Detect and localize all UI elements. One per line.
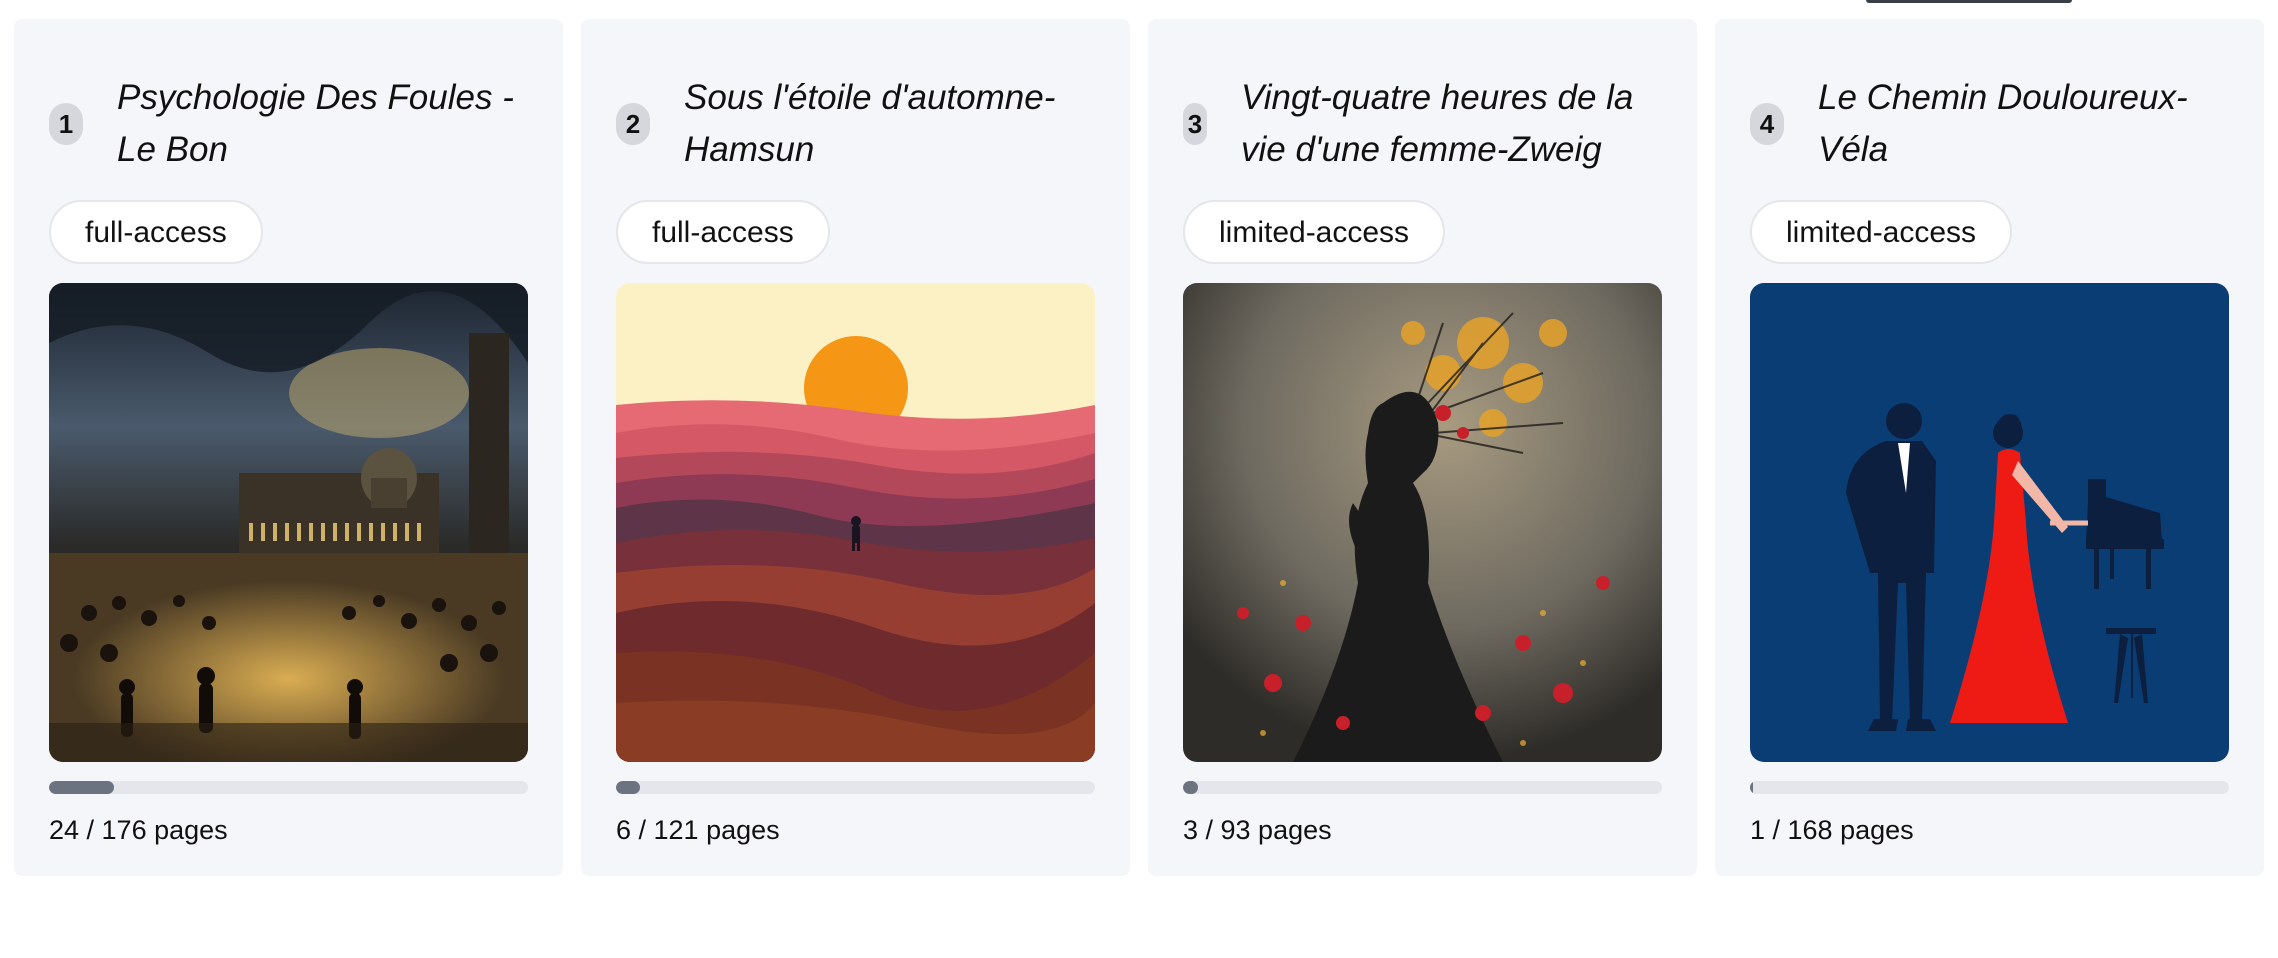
access-badge: limited-access — [1750, 200, 2013, 264]
reading-progress-bar — [1183, 781, 1662, 794]
couple-and-piano-image[interactable] — [1750, 283, 2229, 762]
pages-count: 6 / 121 pages — [616, 815, 780, 845]
pages-count: 1 / 168 pages — [1750, 815, 1914, 845]
crowd-before-domed-building-image[interactable] — [49, 283, 528, 762]
reading-progress-fill — [1183, 781, 1199, 794]
pages-count: 3 / 93 pages — [1183, 815, 1332, 845]
reading-progress-fill — [1750, 781, 1753, 794]
book-card-header: 3 Vingt-quatre heures de la vie d'une fe… — [1183, 19, 1662, 176]
book-card[interactable]: 1 Psychologie Des Foules - Le Bon full-a… — [14, 19, 563, 876]
book-card-header: 1 Psychologie Des Foules - Le Bon — [49, 19, 528, 176]
reading-progress-fill — [616, 781, 640, 794]
access-badge: full-access — [616, 200, 830, 264]
book-title[interactable]: Psychologie Des Foules - Le Bon — [117, 72, 528, 176]
woman-silhouette-with-flowers-image[interactable] — [1183, 283, 1662, 762]
reading-progress-bar — [49, 781, 528, 794]
book-card-header: 4 Le Chemin Douloureux-Véla — [1750, 19, 2229, 176]
reading-list-grid: 1 Psychologie Des Foules - Le Bon full-a… — [0, 0, 2278, 958]
access-badge: full-access — [49, 200, 263, 264]
top-scroll-indicator — [1866, 0, 2072, 3]
access-badge: limited-access — [1183, 200, 1446, 264]
book-card[interactable]: 4 Le Chemin Douloureux-Véla limited-acce… — [1715, 19, 2264, 876]
rank-badge: 3 — [1183, 103, 1207, 145]
reading-progress-bar — [1750, 781, 2229, 794]
reading-progress-bar — [616, 781, 1095, 794]
rank-badge: 1 — [49, 103, 83, 145]
book-card[interactable]: 3 Vingt-quatre heures de la vie d'une fe… — [1148, 19, 1697, 876]
book-card-header: 2 Sous l'étoile d'automne-Hamsun — [616, 19, 1095, 176]
rank-badge: 2 — [616, 103, 650, 145]
book-card[interactable]: 2 Sous l'étoile d'automne-Hamsun full-ac… — [581, 19, 1130, 876]
pages-count: 24 / 176 pages — [49, 815, 228, 845]
rank-badge: 4 — [1750, 103, 1784, 145]
book-title[interactable]: Le Chemin Douloureux-Véla — [1818, 72, 2229, 176]
book-title[interactable]: Sous l'étoile d'automne-Hamsun — [684, 72, 1095, 176]
book-title[interactable]: Vingt-quatre heures de la vie d'une femm… — [1241, 72, 1662, 176]
reading-progress-fill — [49, 781, 115, 794]
sunset-over-hills-image[interactable] — [616, 283, 1095, 762]
